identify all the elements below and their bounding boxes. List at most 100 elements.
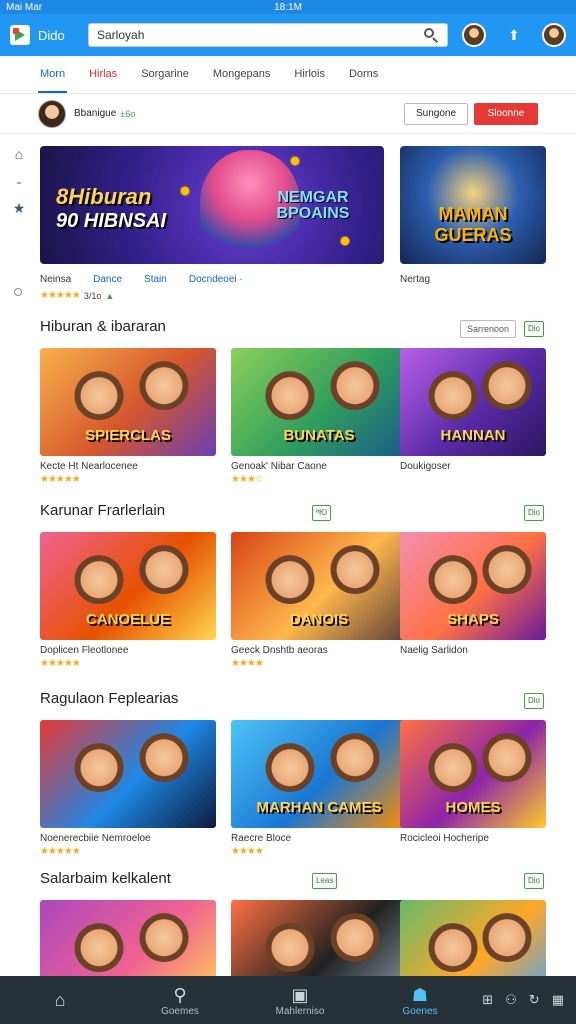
grid-icon[interactable]: ⊞	[482, 992, 493, 1008]
game-title: Rocicleoi Hocheripe	[400, 833, 489, 844]
thumbnail-title: HANNAN	[440, 427, 506, 444]
game-card[interactable]: CANOELUE Doplicen Fleotlonee ★★★★★	[40, 532, 216, 669]
search-box[interactable]	[88, 23, 448, 47]
game-card[interactable]: HOMES Rocicleoi Hocheripe	[400, 720, 546, 844]
bottom-nav-search[interactable]: ⚲ Goemes	[120, 984, 240, 1017]
hero-secondary-label: Nertag	[400, 274, 431, 285]
game-card[interactable]: DANOIS Geeck Dnshtb aeoras ★★★★	[231, 532, 407, 669]
user-bar-name: Bbanigue	[74, 108, 117, 119]
hero-link-3[interactable]: Docndeoei ·	[189, 274, 243, 285]
character-illustration	[480, 540, 535, 594]
character-illustration	[71, 550, 126, 604]
game-thumbnail[interactable]: BUNATAS	[231, 348, 407, 456]
game-thumbnail[interactable]: SPIERCLAS	[40, 348, 216, 456]
hero-link-2[interactable]: Stain	[144, 274, 167, 285]
game-thumbnail[interactable]: CANOELUE	[40, 532, 216, 640]
search-icon[interactable]	[423, 27, 439, 43]
character-illustration	[480, 908, 535, 962]
thumbnail-title: CANOELUE	[85, 611, 171, 628]
app-logo-icon[interactable]	[10, 25, 30, 45]
game-title: Noenerecbiie Nemroeloe	[40, 833, 151, 844]
bottom-nav-label: Mahlerniso	[275, 1005, 325, 1017]
thumbnail-title: DANOIS	[289, 611, 349, 628]
outline-button[interactable]: Sungone	[404, 102, 468, 125]
game-card[interactable]: SPIERCLAS Kecte Ht Nearlocenee ★★★★★	[40, 348, 216, 485]
section-tag[interactable]: Leas	[312, 873, 338, 889]
game-card[interactable]: BUNATAS Genoak' Nibar Caone ★★★☆	[231, 348, 407, 485]
hero-link-1[interactable]: Dance	[93, 274, 122, 285]
thumbnail-title: MARHAN CAMES	[256, 799, 382, 816]
bottom-nav-home[interactable]: ⌂	[0, 989, 120, 1011]
tab-1[interactable]: Hirlas	[87, 56, 119, 93]
character-illustration	[71, 738, 126, 792]
section-tag[interactable]: ªЮ	[312, 505, 332, 521]
tab-2[interactable]: Sorgarine	[139, 56, 191, 93]
hero-banner-main[interactable]: 8Hiburan 90 HIBNSAI NEMGAR BPOAINS	[40, 146, 384, 264]
character-illustration	[262, 550, 317, 604]
hero-link-0[interactable]: Neinsa	[40, 274, 71, 285]
game-thumbnail[interactable]: MARHAN CAMES	[231, 720, 407, 828]
game-rating-stars: ★★★★★	[40, 846, 81, 857]
star-icon[interactable]: ★	[10, 200, 28, 218]
share-icon[interactable]: ⬆	[504, 25, 524, 45]
calendar-icon[interactable]: ▦	[552, 992, 564, 1008]
game-card[interactable]: HANNAN Doukigoser	[400, 348, 546, 472]
hero-rating: ★★★★★ 3/1o ▲	[40, 290, 114, 301]
search-icon: ⚲	[173, 984, 187, 1005]
search-input[interactable]	[97, 28, 423, 42]
primary-button[interactable]: Sloonne	[474, 102, 538, 125]
character-illustration	[327, 540, 382, 594]
section-title: Karunar Frarlerlain	[40, 502, 166, 519]
tab-5[interactable]: Dorns	[347, 56, 380, 93]
side-rail: ⌂ ★	[10, 146, 30, 296]
game-thumbnail[interactable]: HOMES	[400, 720, 546, 828]
character-illustration	[426, 550, 481, 604]
banner-right-text: NEMGAR BPOAINS	[276, 189, 350, 222]
thumbnail-title: SHAPS	[447, 611, 499, 628]
game-card[interactable]: SHAPS Naelig Sarlidon	[400, 532, 546, 656]
game-title: Genoak' Nibar Caone	[231, 461, 327, 472]
bottom-nav-profile-card[interactable]: ▣ Mahlerniso	[240, 984, 360, 1017]
radio-dot-icon[interactable]	[14, 288, 22, 296]
tab-3[interactable]: Mongepans	[211, 56, 273, 93]
section-tag-right[interactable]: Dio	[524, 505, 545, 521]
people-icon[interactable]: ⚇	[505, 992, 517, 1008]
bottom-nav-games[interactable]: ☗ Goenes	[360, 984, 480, 1017]
game-thumbnail[interactable]: HANNAN	[400, 348, 546, 456]
game-title: Naelig Sarlidon	[400, 645, 468, 656]
game-card[interactable]: Noenerecbiie Nemroeloe ★★★★★	[40, 720, 216, 857]
section-title: Hiburan & ibararan	[40, 318, 166, 335]
game-card[interactable]: MARHAN CAMES Raecre Bloce ★★★★	[231, 720, 407, 857]
tab-4[interactable]: Hirlois	[292, 56, 327, 93]
category-tabs: Morn Hirlas Sorgarine Mongepans Hirlois Dorns	[0, 56, 576, 94]
coin-icon	[340, 236, 350, 246]
game-thumbnail[interactable]: DANOIS	[231, 532, 407, 640]
game-thumbnail[interactable]	[40, 720, 216, 828]
bottom-nav-label: Goenes	[402, 1005, 438, 1017]
friends-avatar[interactable]	[462, 23, 486, 47]
home-icon[interactable]: ⌂	[10, 146, 28, 164]
character-illustration	[262, 918, 317, 972]
game-rating-stars: ★★★★★	[40, 658, 81, 669]
user-bar-avatar[interactable]	[38, 99, 66, 128]
profile-card-icon: ▣	[291, 984, 309, 1005]
game-title: Doplicen Fleotlonee	[40, 645, 129, 656]
section-see-all-link[interactable]: Sarrenoon	[460, 320, 517, 338]
user-avatar[interactable]	[542, 23, 566, 47]
top-bar: Dido ⬆	[0, 14, 576, 56]
section-tag-right[interactable]: Dio	[524, 873, 545, 889]
hero-banner-secondary[interactable]: MAMAN GUERAS	[400, 146, 546, 264]
refresh-icon[interactable]: ↻	[529, 992, 540, 1008]
section-tag[interactable]: Dio	[524, 321, 545, 337]
coin-icon	[180, 186, 190, 196]
section-tag[interactable]: Dio	[524, 693, 545, 709]
game-thumbnail[interactable]: SHAPS	[400, 532, 546, 640]
thumbnail-title: BUNATAS	[283, 427, 355, 444]
character-illustration	[136, 540, 191, 594]
brand-name: Dido	[38, 27, 65, 43]
character-illustration	[71, 918, 126, 972]
status-time: 18:1M	[274, 1, 302, 13]
section-title: Ragulaon Feplearias	[40, 690, 179, 707]
tab-0[interactable]: Morn	[38, 56, 68, 93]
character-illustration	[136, 908, 191, 962]
